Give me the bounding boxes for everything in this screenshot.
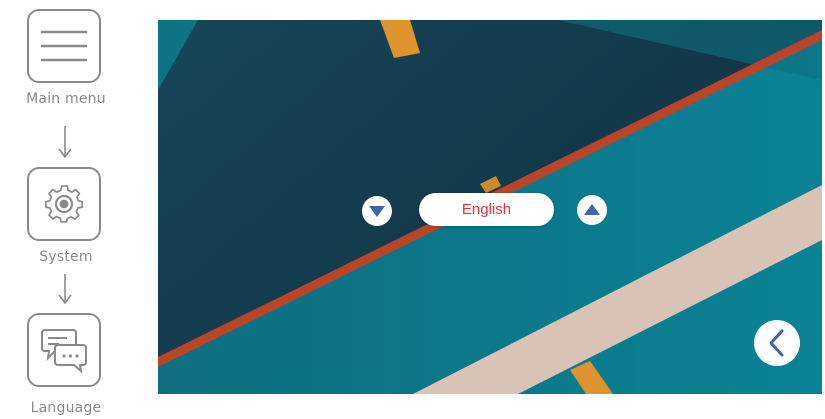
instruction-page: Main menu System Language English xyxy=(0,0,825,419)
arrow-down-icon xyxy=(58,274,72,305)
gear-icon xyxy=(45,185,84,223)
language-selector: English xyxy=(158,192,822,228)
language-tile[interactable] xyxy=(27,313,101,387)
chat-bubbles-icon xyxy=(41,329,87,373)
navigation-path: Main menu System Language xyxy=(0,0,132,419)
triangle-down-icon xyxy=(369,206,385,217)
previous-language-button[interactable] xyxy=(362,196,392,226)
main-menu-label: Main menu xyxy=(26,91,106,107)
language-label: Language xyxy=(30,400,102,416)
system-tile[interactable] xyxy=(27,167,101,241)
system-label: System xyxy=(39,249,93,265)
selected-language[interactable]: English xyxy=(419,193,554,226)
back-button[interactable] xyxy=(754,320,800,366)
arrow-down-icon xyxy=(58,126,72,159)
next-language-button[interactable] xyxy=(577,195,607,225)
main-menu-tile[interactable] xyxy=(27,9,101,83)
hamburger-icon xyxy=(40,30,88,62)
triangle-up-icon xyxy=(584,204,600,215)
device-screen: English xyxy=(158,20,822,394)
chevron-left-icon xyxy=(769,329,784,357)
